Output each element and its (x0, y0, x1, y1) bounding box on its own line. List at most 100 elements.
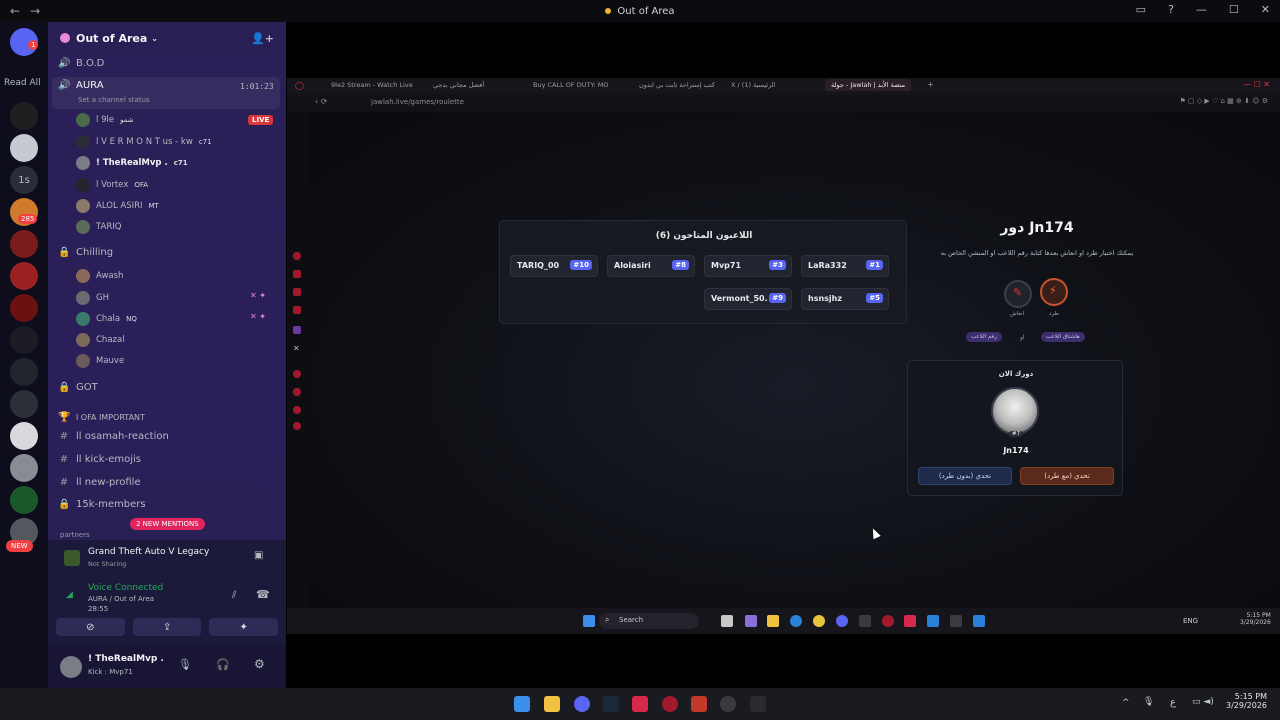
voice-user[interactable]: Chala NQ (76, 312, 137, 326)
category-partners[interactable]: partners (60, 531, 90, 539)
chip-player-number[interactable]: رقم اللاعب (966, 332, 1002, 342)
revive-option[interactable]: ✎ (1004, 280, 1032, 308)
challenge-no-kick-button[interactable]: تحدي (بدون طرد) (918, 467, 1012, 485)
server-icon[interactable] (10, 294, 38, 322)
server-icon[interactable] (10, 422, 38, 450)
app-icon[interactable] (927, 615, 939, 627)
opera-icon[interactable] (882, 615, 894, 627)
camera-button[interactable]: ⊘ (56, 618, 125, 636)
app-icon[interactable] (950, 615, 962, 627)
tab[interactable]: Buy CALL OF DUTY: MO (533, 81, 609, 89)
server-icon[interactable] (10, 262, 38, 290)
voice-connected-label[interactable]: Voice Connected (88, 583, 163, 593)
voice-user[interactable]: ! TheRealMvp . c71 (76, 156, 188, 170)
kick-option[interactable]: ⚡ (1040, 278, 1068, 306)
windows-start-icon[interactable] (583, 615, 595, 627)
server-header[interactable]: Out of Area ⌄ 👤+ (48, 22, 286, 54)
tab[interactable]: 9le2 Stream - Watch Live (331, 81, 413, 89)
player-chip[interactable]: Aloiasiri #8 (607, 255, 695, 277)
read-all-label[interactable]: Read All (4, 78, 41, 88)
mic-icon[interactable]: 🎙 (178, 658, 192, 671)
minimize-button[interactable]: — (1196, 3, 1207, 16)
voice-user[interactable]: TARIQ (76, 220, 121, 234)
category-ofa-important[interactable]: 🏆 l OFA IMPORTANT (58, 412, 145, 423)
sidebar-icon[interactable] (293, 406, 301, 414)
signal-icon[interactable]: ◢ (66, 590, 73, 600)
screen-share-icon[interactable]: ▣ (254, 550, 263, 561)
sidebar-icon[interactable] (293, 422, 301, 430)
tab[interactable]: X / الرئيسية (1) (731, 81, 775, 89)
challenge-with-kick-button[interactable]: تحدي (مع طرد) (1020, 467, 1114, 485)
chevron-up-icon[interactable]: ^ (1122, 698, 1130, 708)
noise-suppression-icon[interactable]: ⫽ (232, 590, 236, 601)
invite-icon[interactable]: 👤+ (251, 32, 274, 45)
gear-icon[interactable]: ⚙ (254, 657, 265, 671)
channel-got[interactable]: 🔒 GOT (58, 382, 98, 393)
voice-user[interactable]: Awash (76, 269, 123, 283)
username[interactable]: ! TheRealMvp . (88, 654, 164, 664)
folder-icon[interactable] (544, 696, 560, 712)
activities-button[interactable]: ✦ (209, 618, 279, 636)
voice-user[interactable]: GH (76, 291, 109, 305)
text-channel[interactable]: # ll osamah-reaction (58, 431, 169, 442)
text-channel[interactable]: # ll kick-emojis (58, 454, 141, 465)
player-chip[interactable]: Mvp71 #3 (704, 255, 792, 277)
network-volume-icons[interactable]: ▭ ◄) (1192, 697, 1214, 707)
new-tab-icon[interactable]: + (927, 80, 934, 89)
tray-clock[interactable]: 5:15 PM 3/29/2026 (1240, 612, 1271, 626)
voice-user[interactable]: l 9le شمو (76, 113, 134, 127)
inbox-icon[interactable]: ▭ (1136, 3, 1146, 16)
new-mentions-pill[interactable]: 2 NEW MENTIONS (130, 518, 205, 530)
discord-icon[interactable] (574, 696, 590, 712)
chip-player-mention[interactable]: هاشتاق اللاعب (1041, 332, 1085, 342)
app-icon[interactable] (691, 696, 707, 712)
app-icon[interactable] (745, 615, 757, 627)
voice-user[interactable]: ALOL ASIRI MT (76, 199, 159, 213)
tray-lang[interactable]: ع (1170, 697, 1176, 708)
steam-icon[interactable] (603, 696, 619, 712)
channel-status[interactable]: Set a channel status (78, 96, 150, 104)
tab-active[interactable]: جولة - Jawlah | منصة الأبد (825, 79, 912, 91)
tray-lang[interactable]: ENG (1183, 617, 1198, 625)
player-chip[interactable]: hsnsjhz #5 (801, 288, 889, 310)
search-box[interactable] (599, 613, 699, 629)
voice-user[interactable]: l V E R M O N T us - kw c71 (76, 135, 212, 149)
edge-icon[interactable] (790, 615, 802, 627)
server-icon[interactable] (10, 134, 38, 162)
player-chip[interactable]: Vermont_50...#9 (704, 288, 792, 310)
tab[interactable]: كتب إستراحة ثابت بي ابدون (639, 81, 715, 89)
sidebar-icon[interactable] (293, 370, 301, 378)
voice-user[interactable]: Mauve (76, 354, 124, 368)
text-channel[interactable]: 🔒 15k-members (58, 499, 146, 510)
reload-icon[interactable]: ‹ ⟳ (315, 97, 327, 106)
x-icon[interactable]: ✕ (293, 344, 300, 353)
folder-icon[interactable] (767, 615, 779, 627)
opera-logo-icon[interactable]: ◯ (295, 81, 304, 90)
server-icon[interactable] (10, 230, 38, 258)
app-icon[interactable] (750, 696, 766, 712)
sidebar-icon[interactable] (293, 326, 301, 334)
server-icon[interactable] (10, 326, 38, 354)
window-controls[interactable]: — ☐ ✕ (1243, 80, 1270, 89)
discord-icon[interactable] (836, 615, 848, 627)
channel-bod[interactable]: 🔊 B.O.D (58, 58, 104, 69)
player-chip[interactable]: LaRa332 #1 (801, 255, 889, 277)
app-icon[interactable] (721, 615, 733, 627)
headphones-icon[interactable]: 🎧 (216, 658, 230, 671)
extension-icons[interactable]: ⚑ ▢ ◇ ▶ ♡ ⌂ ▦ ⊕ ⬇ ☺ ⚙ (1179, 97, 1268, 105)
app-icon[interactable] (720, 696, 736, 712)
sidebar-icon[interactable] (293, 306, 301, 314)
new-unread-pill[interactable]: NEW (6, 540, 33, 552)
sidebar-icon[interactable] (293, 252, 301, 260)
app-icon[interactable] (973, 615, 985, 627)
close-button[interactable]: ✕ (1261, 3, 1270, 16)
channel-chilling[interactable]: 🔒 Chilling (58, 247, 113, 258)
sidebar-icon[interactable] (293, 388, 301, 396)
server-icon[interactable] (10, 390, 38, 418)
server-icon[interactable] (10, 486, 38, 514)
server-icon[interactable] (10, 358, 38, 386)
player-chip[interactable]: TARIQ_00 #10 (510, 255, 598, 277)
help-icon[interactable]: ? (1168, 3, 1174, 16)
server-icon[interactable] (10, 102, 38, 130)
mic-icon[interactable]: 🎙 (1143, 697, 1154, 707)
